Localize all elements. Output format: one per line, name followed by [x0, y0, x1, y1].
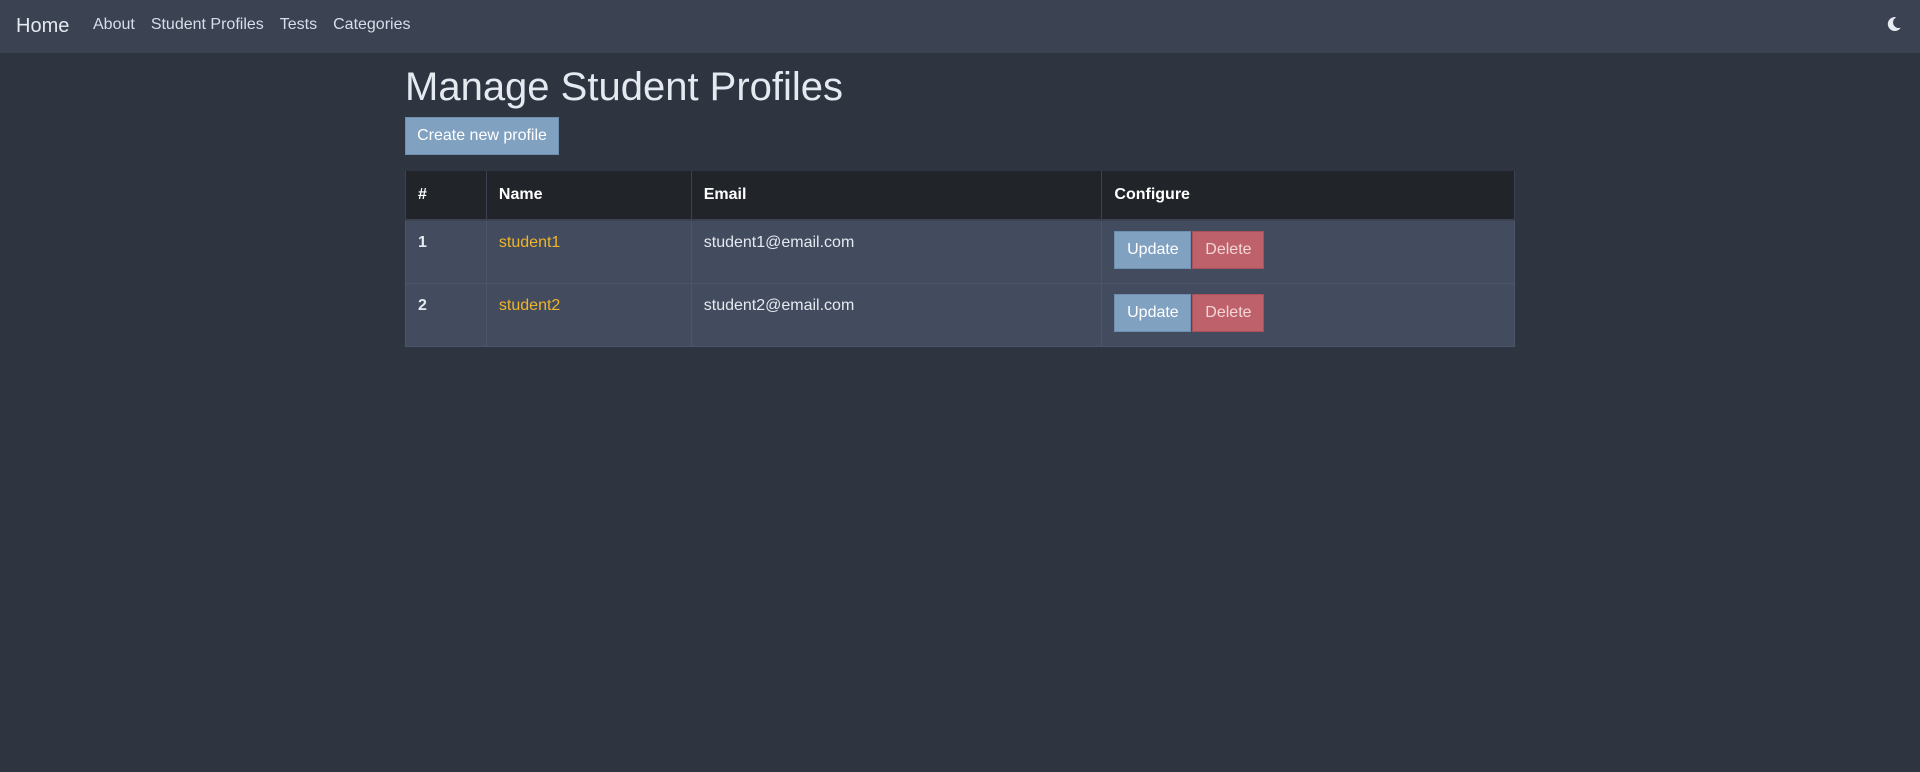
- column-header-configure: Configure: [1101, 171, 1515, 221]
- student-name-link[interactable]: student1: [499, 234, 560, 251]
- column-header-name: Name: [485, 171, 692, 221]
- row-index: 1: [405, 219, 487, 284]
- create-profile-button[interactable]: Create new profile: [405, 117, 559, 155]
- row-index: 2: [405, 282, 487, 347]
- row-email: student2@email.com: [690, 282, 1103, 347]
- page-title: Manage Student Profiles: [405, 65, 844, 109]
- update-button[interactable]: Update: [1114, 231, 1192, 269]
- column-header-index: #: [405, 171, 487, 221]
- row-name-cell: student2: [485, 282, 692, 347]
- student-name-link[interactable]: student2: [499, 297, 560, 314]
- table-row: 2 student2 student2@email.com Update Dele…: [405, 282, 1515, 347]
- update-button[interactable]: Update: [1114, 293, 1192, 332]
- moon-icon[interactable]: [1884, 14, 1904, 34]
- row-actions: Update Delete: [1101, 219, 1515, 284]
- row-actions: Update Delete: [1101, 282, 1515, 347]
- table-row: 1 student1 student1@email.com Update Dele…: [405, 219, 1515, 284]
- table-header-row: # Name Email Configure: [405, 171, 1515, 221]
- delete-button[interactable]: Delete: [1192, 231, 1265, 269]
- profiles-table: # Name Email Configure 1 student1 studen…: [405, 171, 1515, 347]
- column-header-email: Email: [690, 171, 1103, 221]
- nav-link-categories[interactable]: Categories: [333, 15, 410, 35]
- delete-button[interactable]: Delete: [1192, 293, 1265, 332]
- nav-link-tests[interactable]: Tests: [280, 15, 317, 35]
- nav-link-student-profiles[interactable]: Student Profiles: [151, 15, 264, 35]
- navbar: Home About Student Profiles Tests Catego…: [0, 0, 1920, 53]
- nav-link-about[interactable]: About: [93, 15, 135, 35]
- row-name-cell: student1: [485, 219, 692, 284]
- nav-home-link[interactable]: Home: [16, 14, 69, 38]
- row-email: student1@email.com: [690, 219, 1103, 284]
- nav-links: About Student Profiles Tests Categories: [93, 15, 426, 35]
